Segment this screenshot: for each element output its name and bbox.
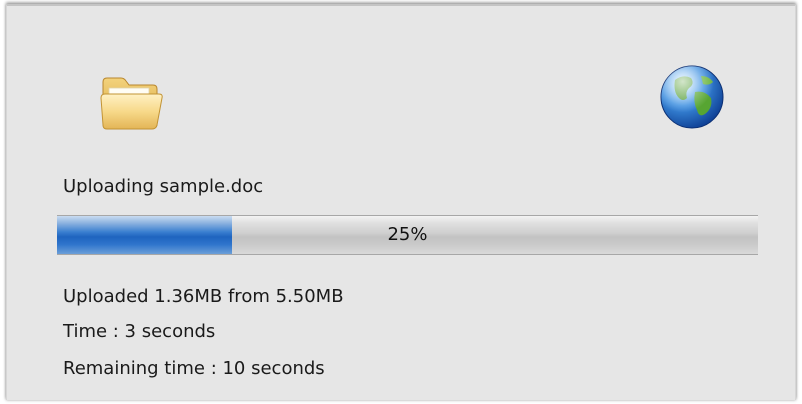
elapsed-time-text: Time : 3 seconds [63,321,216,342]
uploaded-size-text: Uploaded 1.36MB from 5.50MB [63,286,344,307]
stage: Uploading sample.doc 25% Uploaded 1.36MB… [0,0,802,404]
folder-icon [95,72,165,134]
progress-percent-label: 25% [387,224,428,245]
upload-status-text: Uploading sample.doc [63,176,264,197]
upload-dialog: Uploading sample.doc 25% Uploaded 1.36MB… [6,4,796,400]
upload-progress-bar: 25% [57,215,758,255]
globe-icon [657,62,727,132]
remaining-time-text: Remaining time : 10 seconds [63,358,325,379]
